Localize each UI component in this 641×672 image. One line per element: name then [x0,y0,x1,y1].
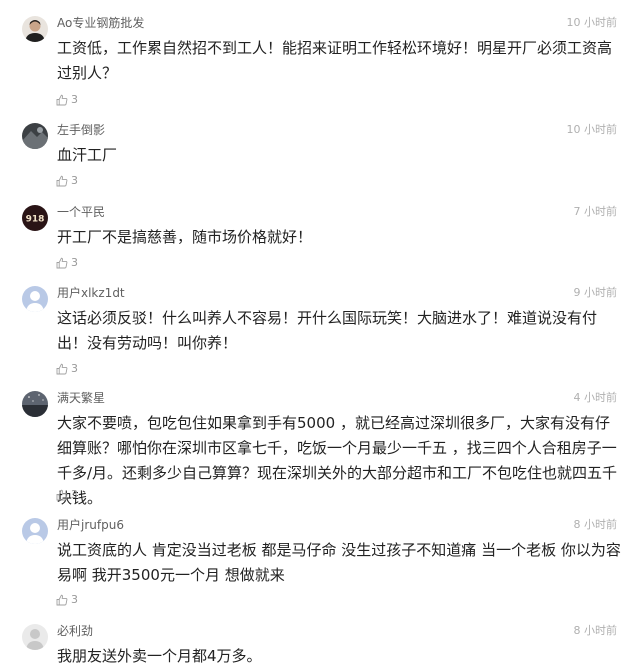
comment-timestamp: 8 小时前 [573,518,618,531]
comment-timestamp: 9 小时前 [573,286,618,299]
comment-text: 大家不要喷，包吃包住如果拿到手有5000 ，就已经高过深圳很多厂，大家有没有仔细… [57,414,618,507]
comment-timestamp: 8 小时前 [573,624,618,637]
comment-username[interactable]: 满天繁星 [57,391,105,405]
thumbs-up-icon [56,175,68,187]
comment-timestamp: 10 小时前 [566,16,618,29]
thumbs-up-icon [56,94,68,106]
comment-text: 工资低，工作累自然招不到工人！能招来证明工作轻松环境好！明星开厂必须工资高过别人… [57,39,613,82]
comment-username[interactable]: 一个平民 [57,205,105,219]
comment-timestamp: 10 小时前 [566,123,618,136]
default-user-avatar[interactable] [22,518,48,544]
like-count: 3 [71,362,78,375]
night-sky-avatar[interactable] [22,391,48,417]
918-badge-avatar[interactable]: 918 [22,205,48,231]
like-button[interactable]: 3 [56,92,78,108]
comment-username[interactable]: 必利劲 [57,624,93,638]
comment-text: 这话必须反驳！什么叫养人不容易！开什么国际玩笑！大脑进水了！难道说没有付出！没有… [57,309,598,352]
default-user-avatar[interactable] [22,286,48,312]
comment-text: 我朋友送外卖一个月都4万多。 [57,647,262,665]
like-count: 3 [71,174,78,187]
like-count: 3 [71,93,78,106]
thumbs-up-icon [56,594,68,606]
thumbs-up-icon [56,257,68,269]
comment-timestamp: 7 小时前 [573,205,618,218]
like-button[interactable]: 3 [56,361,78,377]
comment-username[interactable]: 用户jrufpu6 [57,518,124,532]
man-portrait-avatar[interactable] [22,16,48,42]
grey-user-avatar[interactable] [22,624,48,650]
comment-username[interactable]: 左手倒影 [57,123,105,137]
comment-text: 开工厂不是搞慈善，随市场价格就好！ [57,228,313,246]
comment-username[interactable]: 用户xlkz1dt [57,286,125,300]
comment-timestamp: 4 小时前 [573,391,618,404]
like-button[interactable]: 3 [56,592,78,608]
avatar-badge-text: 918 [26,215,45,225]
like-button[interactable]: 3 [56,173,78,189]
like-count: 3 [71,593,78,606]
comment-text: 说工资底的人 肯定没当过老板 都是马仔命 没生过孩子不知道痛 当一个老板 你以为… [57,541,621,584]
comment-username[interactable]: Ao专业钢筋批发 [57,16,144,30]
like-count: 3 [71,256,78,269]
like-button[interactable]: 3 [56,255,78,271]
thumbs-up-icon [56,363,68,375]
comment-text: 血汗工厂 [57,146,118,164]
thumbs-up-icon [56,489,68,501]
dark-photo-avatar[interactable] [22,123,48,149]
like-button[interactable]: 3 [56,487,78,503]
like-count: 3 [71,488,78,501]
